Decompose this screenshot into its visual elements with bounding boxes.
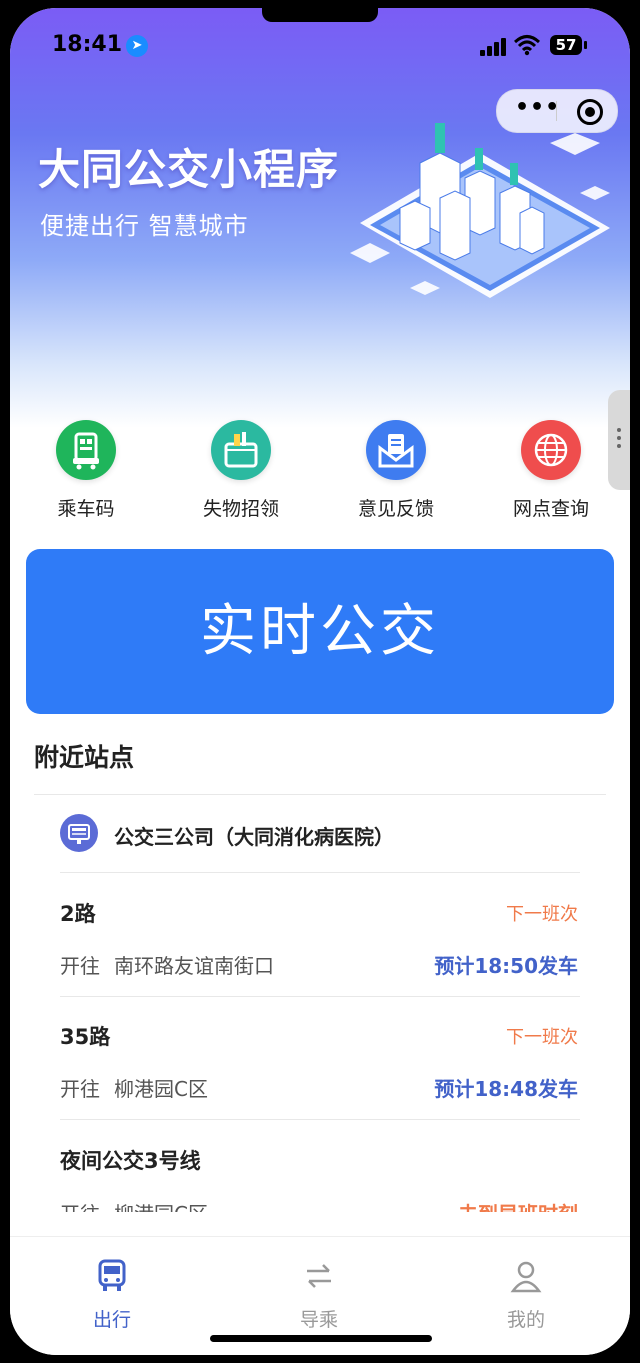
app-subtitle: 便捷出行 智慧城市 — [40, 212, 249, 240]
divider — [60, 1119, 580, 1120]
globe-icon — [521, 420, 581, 480]
route-name[interactable]: 2路 — [60, 898, 96, 928]
route-eta: 预计18:48发车 — [434, 1077, 578, 1101]
tab-travel[interactable]: 出行 — [52, 1259, 172, 1332]
route-destination: 南环路友谊南街口 — [114, 954, 274, 978]
shortcut-label: 乘车码 — [57, 498, 115, 520]
city-illustration-icon — [350, 123, 610, 298]
route-destination: 柳港园C区 — [114, 1077, 208, 1101]
next-departure-label: 下一班次 — [506, 1027, 578, 1048]
nearby-stations-title: 附近站点 — [34, 743, 135, 772]
route-name[interactable]: 夜间公交3号线 — [60, 1145, 201, 1175]
battery-icon: 57 — [550, 35, 582, 55]
transfer-arrows-icon — [307, 1264, 331, 1288]
hero-banner: 大同公交小程序 便捷出行 智慧城市 — [10, 8, 630, 428]
route-eta: 预计18:50发车 — [434, 954, 578, 978]
route-direction: 开往柳港园C区 — [60, 1073, 208, 1102]
miniprogram-capsule: ••• — [496, 89, 618, 133]
toward-label: 开往 — [60, 954, 100, 978]
feedback-mail-icon — [366, 420, 426, 480]
capsule-divider — [556, 101, 557, 121]
phone-screen: 大同公交小程序 便捷出行 智慧城市 18:41 ➤ 57 ••• 乘车码 失物招… — [10, 8, 630, 1355]
tab-label: 出行 — [92, 1309, 131, 1331]
user-icon — [510, 1261, 542, 1293]
realtime-bus-button[interactable]: 实时公交 — [26, 549, 614, 714]
tab-guide[interactable]: 导乘 — [259, 1259, 379, 1332]
toward-label: 开往 — [60, 1077, 100, 1101]
tab-label: 导乘 — [299, 1309, 338, 1331]
lost-found-icon — [211, 420, 271, 480]
station-name[interactable]: 公交三公司（大同消化病医院） — [114, 821, 394, 850]
shortcut-label: 失物招领 — [202, 498, 279, 520]
shortcut-lost-found[interactable]: 失物招领 — [181, 420, 301, 521]
bus-icon — [98, 1259, 126, 1291]
route-name[interactable]: 35路 — [60, 1021, 110, 1051]
cellular-signal-icon — [480, 38, 510, 56]
shortcut-label: 网点查询 — [512, 498, 589, 520]
app-title: 大同公交小程序 — [38, 145, 340, 194]
next-departure-label: 下一班次 — [506, 904, 578, 925]
divider — [60, 872, 580, 873]
camera-notch — [262, 8, 378, 22]
shortcut-ride-code[interactable]: 乘车码 — [26, 420, 146, 521]
shortcut-feedback[interactable]: 意见反馈 — [336, 420, 456, 521]
tab-mine[interactable]: 我的 — [466, 1259, 586, 1332]
shortcut-branch-query[interactable]: 网点查询 — [491, 420, 611, 521]
bus-stop-icon — [60, 814, 98, 852]
shortcut-grid: 乘车码 失物招领 意见反馈 网点查询 — [10, 420, 630, 530]
more-dots-icon[interactable]: ••• — [515, 97, 559, 121]
location-arrow-icon: ➤ — [126, 35, 148, 57]
qr-bus-icon — [56, 420, 116, 480]
tab-label: 我的 — [506, 1309, 545, 1331]
scroll-clip — [10, 1212, 630, 1236]
divider — [60, 996, 580, 997]
divider — [34, 794, 606, 795]
close-miniprogram-icon[interactable] — [577, 99, 603, 125]
status-time: 18:41 — [52, 32, 123, 57]
battery-tip — [584, 41, 587, 49]
route-direction: 开往 南环路友谊南街口 — [60, 950, 274, 979]
shortcut-label: 意见反馈 — [357, 498, 434, 520]
home-indicator[interactable] — [210, 1335, 432, 1342]
wifi-icon — [514, 35, 540, 56]
